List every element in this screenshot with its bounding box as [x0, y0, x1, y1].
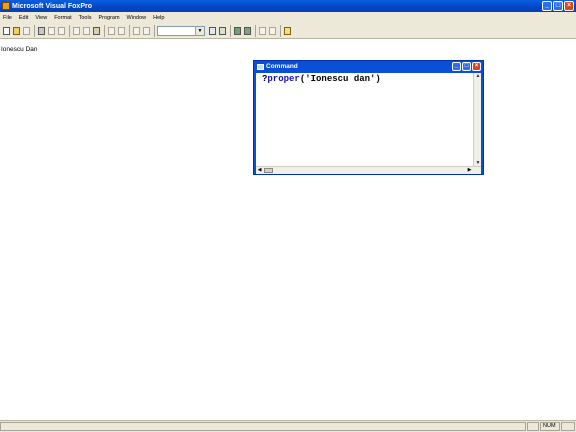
copy-icon[interactable] [82, 26, 91, 36]
command-line[interactable]: ?proper('Ionescu dan') [262, 74, 381, 84]
menu-bar: File Edit View Format Tools Program Wind… [0, 12, 576, 23]
horizontal-scroll-thumb[interactable] [264, 168, 273, 173]
scroll-up-icon[interactable]: ▲ [474, 73, 482, 79]
toolbar-separator [255, 24, 256, 37]
command-window-icon[interactable] [208, 26, 217, 36]
toolbar-separator [230, 24, 231, 37]
redo-icon[interactable] [117, 26, 126, 36]
command-maximize-button[interactable]: □ [462, 62, 471, 71]
print-preview-icon[interactable] [47, 26, 56, 36]
vertical-scrollbar[interactable]: ▲ ▼ [473, 73, 481, 166]
save-icon[interactable] [22, 26, 31, 36]
report-designer-icon[interactable] [243, 26, 252, 36]
status-panel-end [561, 422, 575, 431]
command-args: ('Ionescu dan') [299, 74, 381, 84]
command-window[interactable]: Command _ □ × ?proper('Ionescu dan') ▲ ▼… [253, 60, 484, 175]
toolbar-separator [280, 24, 281, 37]
menu-program[interactable]: Program [95, 15, 123, 21]
report-wizard-icon[interactable] [268, 26, 277, 36]
help-icon[interactable] [283, 26, 292, 36]
maximize-button[interactable]: □ [553, 1, 563, 11]
spelling-icon[interactable] [57, 26, 66, 36]
output-text: Ionescu Dan [1, 46, 38, 53]
standard-toolbar: ▼ [0, 23, 576, 39]
toolbar-separator [154, 24, 155, 37]
toolbar-separator [34, 24, 35, 37]
menu-view[interactable]: View [32, 15, 51, 21]
command-editor[interactable]: ?proper('Ionescu dan') ▲ ▼ ◀ ▶ [256, 73, 481, 174]
command-minimize-button[interactable]: _ [452, 62, 461, 71]
form-wizard-icon[interactable] [258, 26, 267, 36]
app-title-bar[interactable]: Microsoft Visual FoxPro _ □ × [0, 0, 576, 12]
minimize-button[interactable]: _ [542, 1, 552, 11]
toolbar-separator [129, 24, 130, 37]
horizontal-scrollbar[interactable]: ◀ ▶ [256, 166, 481, 174]
toolbar-separator [104, 24, 105, 37]
cut-icon[interactable] [72, 26, 81, 36]
menu-help[interactable]: Help [150, 15, 168, 21]
menu-format[interactable]: Format [51, 15, 75, 21]
database-combo[interactable]: ▼ [157, 25, 205, 36]
modify-form-icon[interactable] [142, 26, 151, 36]
scroll-right-icon[interactable]: ▶ [466, 167, 473, 174]
status-panel-main [0, 422, 526, 431]
toolbar-separator [69, 24, 70, 37]
close-button[interactable]: × [564, 1, 574, 11]
foxpro-app-icon[interactable] [2, 2, 10, 10]
new-icon[interactable] [2, 26, 11, 36]
command-function: proper [267, 74, 300, 84]
num-lock-indicator: NUM [543, 423, 556, 429]
menu-window[interactable]: Window [124, 15, 151, 21]
undo-icon[interactable] [107, 26, 116, 36]
chevron-down-icon[interactable]: ▼ [195, 26, 204, 35]
command-window-title-bar[interactable]: Command [254, 61, 483, 72]
menu-file[interactable]: File [0, 15, 16, 21]
scroll-left-icon[interactable]: ◀ [256, 167, 263, 174]
paste-icon[interactable] [92, 26, 101, 36]
command-window-icon [257, 63, 264, 70]
open-icon[interactable] [12, 26, 21, 36]
status-panel-blank [527, 422, 539, 431]
menu-tools[interactable]: Tools [76, 15, 96, 21]
run-icon[interactable] [132, 26, 141, 36]
app-title: Microsoft Visual FoxPro [12, 2, 92, 10]
menu-edit[interactable]: Edit [16, 15, 32, 21]
print-icon[interactable] [37, 26, 46, 36]
data-session-icon[interactable] [218, 26, 227, 36]
command-window-title: Command [266, 63, 298, 70]
status-bar: NUM [0, 420, 576, 432]
command-close-button[interactable]: × [472, 62, 481, 71]
form-designer-icon[interactable] [233, 26, 242, 36]
